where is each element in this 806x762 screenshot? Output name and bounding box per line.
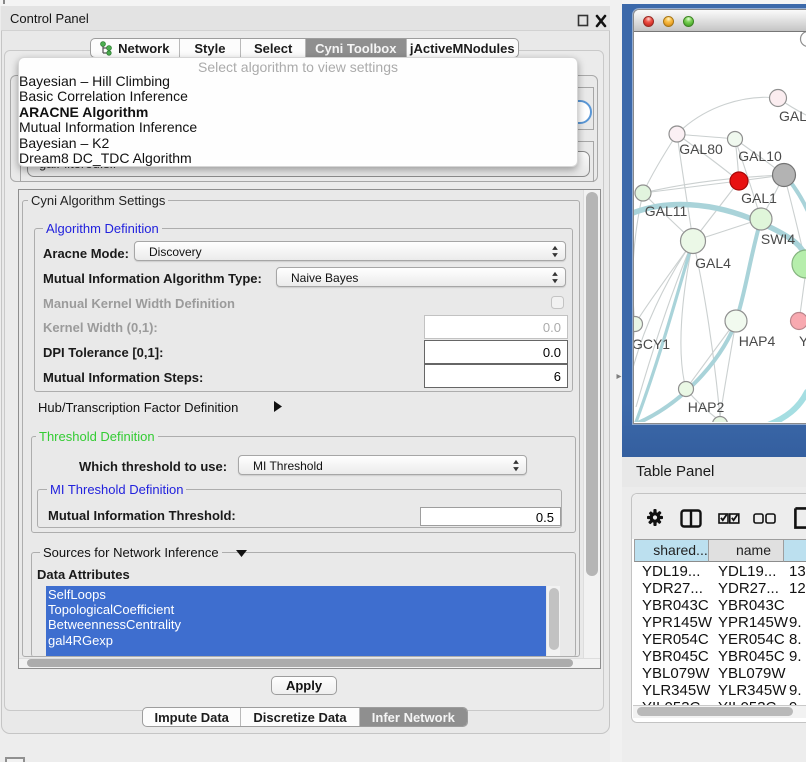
svg-text:GAL3: GAL3	[779, 108, 806, 124]
svg-text:HAP2: HAP2	[688, 399, 725, 415]
svg-text:GAL10: GAL10	[738, 148, 782, 164]
svg-text:HAP4: HAP4	[739, 333, 776, 349]
svg-text:GCY1: GCY1	[634, 336, 670, 352]
svg-text:Y: Y	[799, 333, 806, 349]
svg-text:GAL80: GAL80	[679, 141, 723, 157]
svg-text:GAL11: GAL11	[645, 203, 688, 219]
svg-text:GAL1: GAL1	[741, 190, 777, 206]
svg-text:SWI4: SWI4	[761, 231, 795, 247]
svg-text:GAL4: GAL4	[695, 255, 731, 271]
